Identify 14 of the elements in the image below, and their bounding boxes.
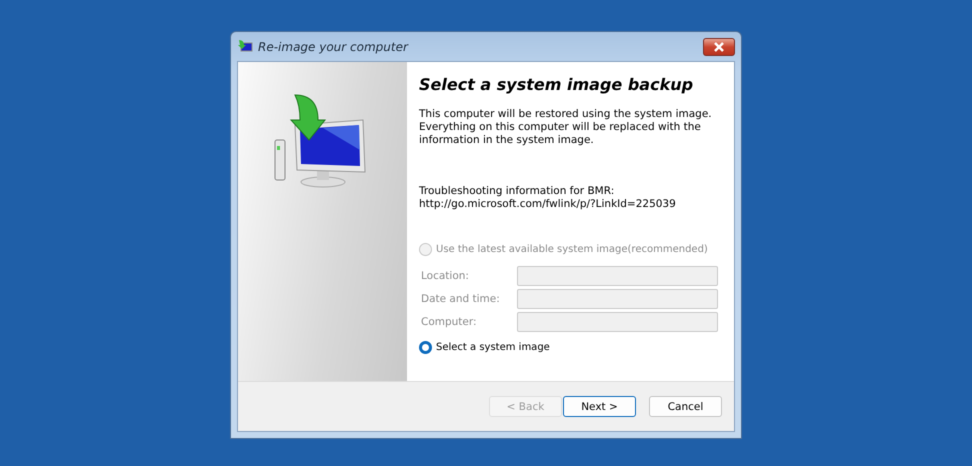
troubleshooting-text: Troubleshooting information for BMR: bbox=[419, 185, 616, 198]
field-label: Date and time: bbox=[421, 293, 501, 305]
close-button[interactable] bbox=[703, 38, 735, 56]
field-label: Computer: bbox=[421, 316, 478, 328]
dialog-button[interactable]: Next > bbox=[563, 396, 636, 417]
description-text: This computer will be restored using the system image. Everything on this computer will be replaced with the information in the system image. bbox=[419, 108, 713, 147]
dialog-button[interactable]: Cancel bbox=[649, 396, 722, 417]
window-title: Re-image your computer bbox=[258, 40, 410, 54]
field-label: Location: bbox=[421, 270, 470, 282]
app-icon bbox=[237, 38, 253, 54]
radio-option[interactable]: Select a system image bbox=[419, 341, 718, 354]
close-icon bbox=[713, 42, 725, 52]
page-heading: Select a system image backup bbox=[419, 75, 694, 94]
troubleshooting-text: http://go.microsoft.com/fwlink/p/?LinkId=225039 bbox=[419, 198, 677, 211]
